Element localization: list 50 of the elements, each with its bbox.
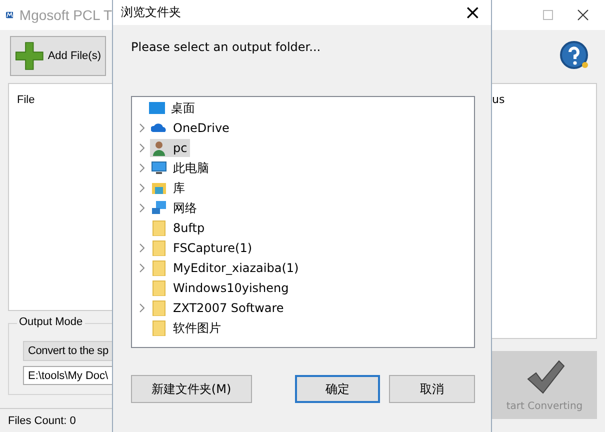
tree-item[interactable]: 网络	[150, 198, 200, 218]
library-icon	[151, 180, 167, 196]
chevron-icon[interactable]	[139, 143, 145, 153]
help-icon[interactable]	[559, 40, 591, 72]
folder-icon	[151, 260, 167, 276]
tree-item[interactable]: Windows10yisheng	[150, 279, 292, 297]
close-icon[interactable]	[577, 9, 589, 21]
chevron-icon[interactable]	[139, 203, 145, 213]
dialog-button[interactable]: 取消	[389, 375, 475, 403]
tree-item[interactable]: FSCapture(1)	[150, 239, 256, 257]
chevron-icon[interactable]	[139, 183, 145, 193]
tree-item[interactable]: 桌面	[148, 98, 198, 118]
chevron-icon[interactable]	[139, 263, 145, 273]
plus-icon	[15, 41, 44, 71]
app-title: Mgosoft PCL T	[19, 7, 112, 23]
tree-item[interactable]: pc	[150, 139, 190, 157]
tree-item[interactable]: OneDrive	[150, 119, 232, 137]
tree-item[interactable]: 此电脑	[150, 158, 212, 178]
chevron-icon[interactable]	[139, 163, 145, 173]
dialog-button[interactable]: 确定	[294, 375, 380, 403]
monitor-icon	[151, 160, 167, 176]
folder-icon	[151, 300, 167, 316]
column-header: File	[17, 94, 35, 106]
column-header: us	[492, 93, 505, 106]
tree-item[interactable]: 8uftp	[150, 219, 208, 237]
dialog-title: 浏览文件夹	[121, 4, 181, 21]
add-files-button[interactable]: Add File(s)	[10, 36, 106, 76]
chevron-icon[interactable]	[139, 123, 145, 133]
folder-icon	[151, 320, 167, 336]
desktop-icon	[149, 100, 165, 116]
chevron-icon[interactable]	[139, 303, 145, 313]
tree-item[interactable]: MyEditor_xiazaiba(1)	[150, 259, 302, 277]
close-button[interactable]: ×	[454, 0, 491, 25]
prompt-text: Please select an output folder...	[131, 40, 322, 54]
mode-button[interactable]: Convert to the sp	[23, 341, 112, 361]
network-icon	[151, 200, 167, 216]
folder-icon	[151, 220, 167, 236]
folder-icon	[151, 240, 167, 256]
app-logo-icon	[6, 9, 14, 21]
folder-icon	[151, 280, 167, 296]
group-label: Output Mode	[17, 316, 85, 328]
chevron-icon[interactable]	[139, 243, 145, 253]
dialog-button[interactable]: 新建文件夹(M)	[131, 375, 252, 403]
tree-item[interactable]: 库	[150, 178, 188, 198]
maximize-icon[interactable]	[543, 10, 553, 20]
tree-item[interactable]: 软件图片	[150, 318, 224, 338]
checkmark-icon	[524, 358, 564, 394]
user-icon	[151, 140, 167, 156]
tree-item[interactable]: ZXT2007 Software	[150, 299, 287, 317]
path-field[interactable]: E:\tools\My Doc\	[23, 366, 112, 385]
